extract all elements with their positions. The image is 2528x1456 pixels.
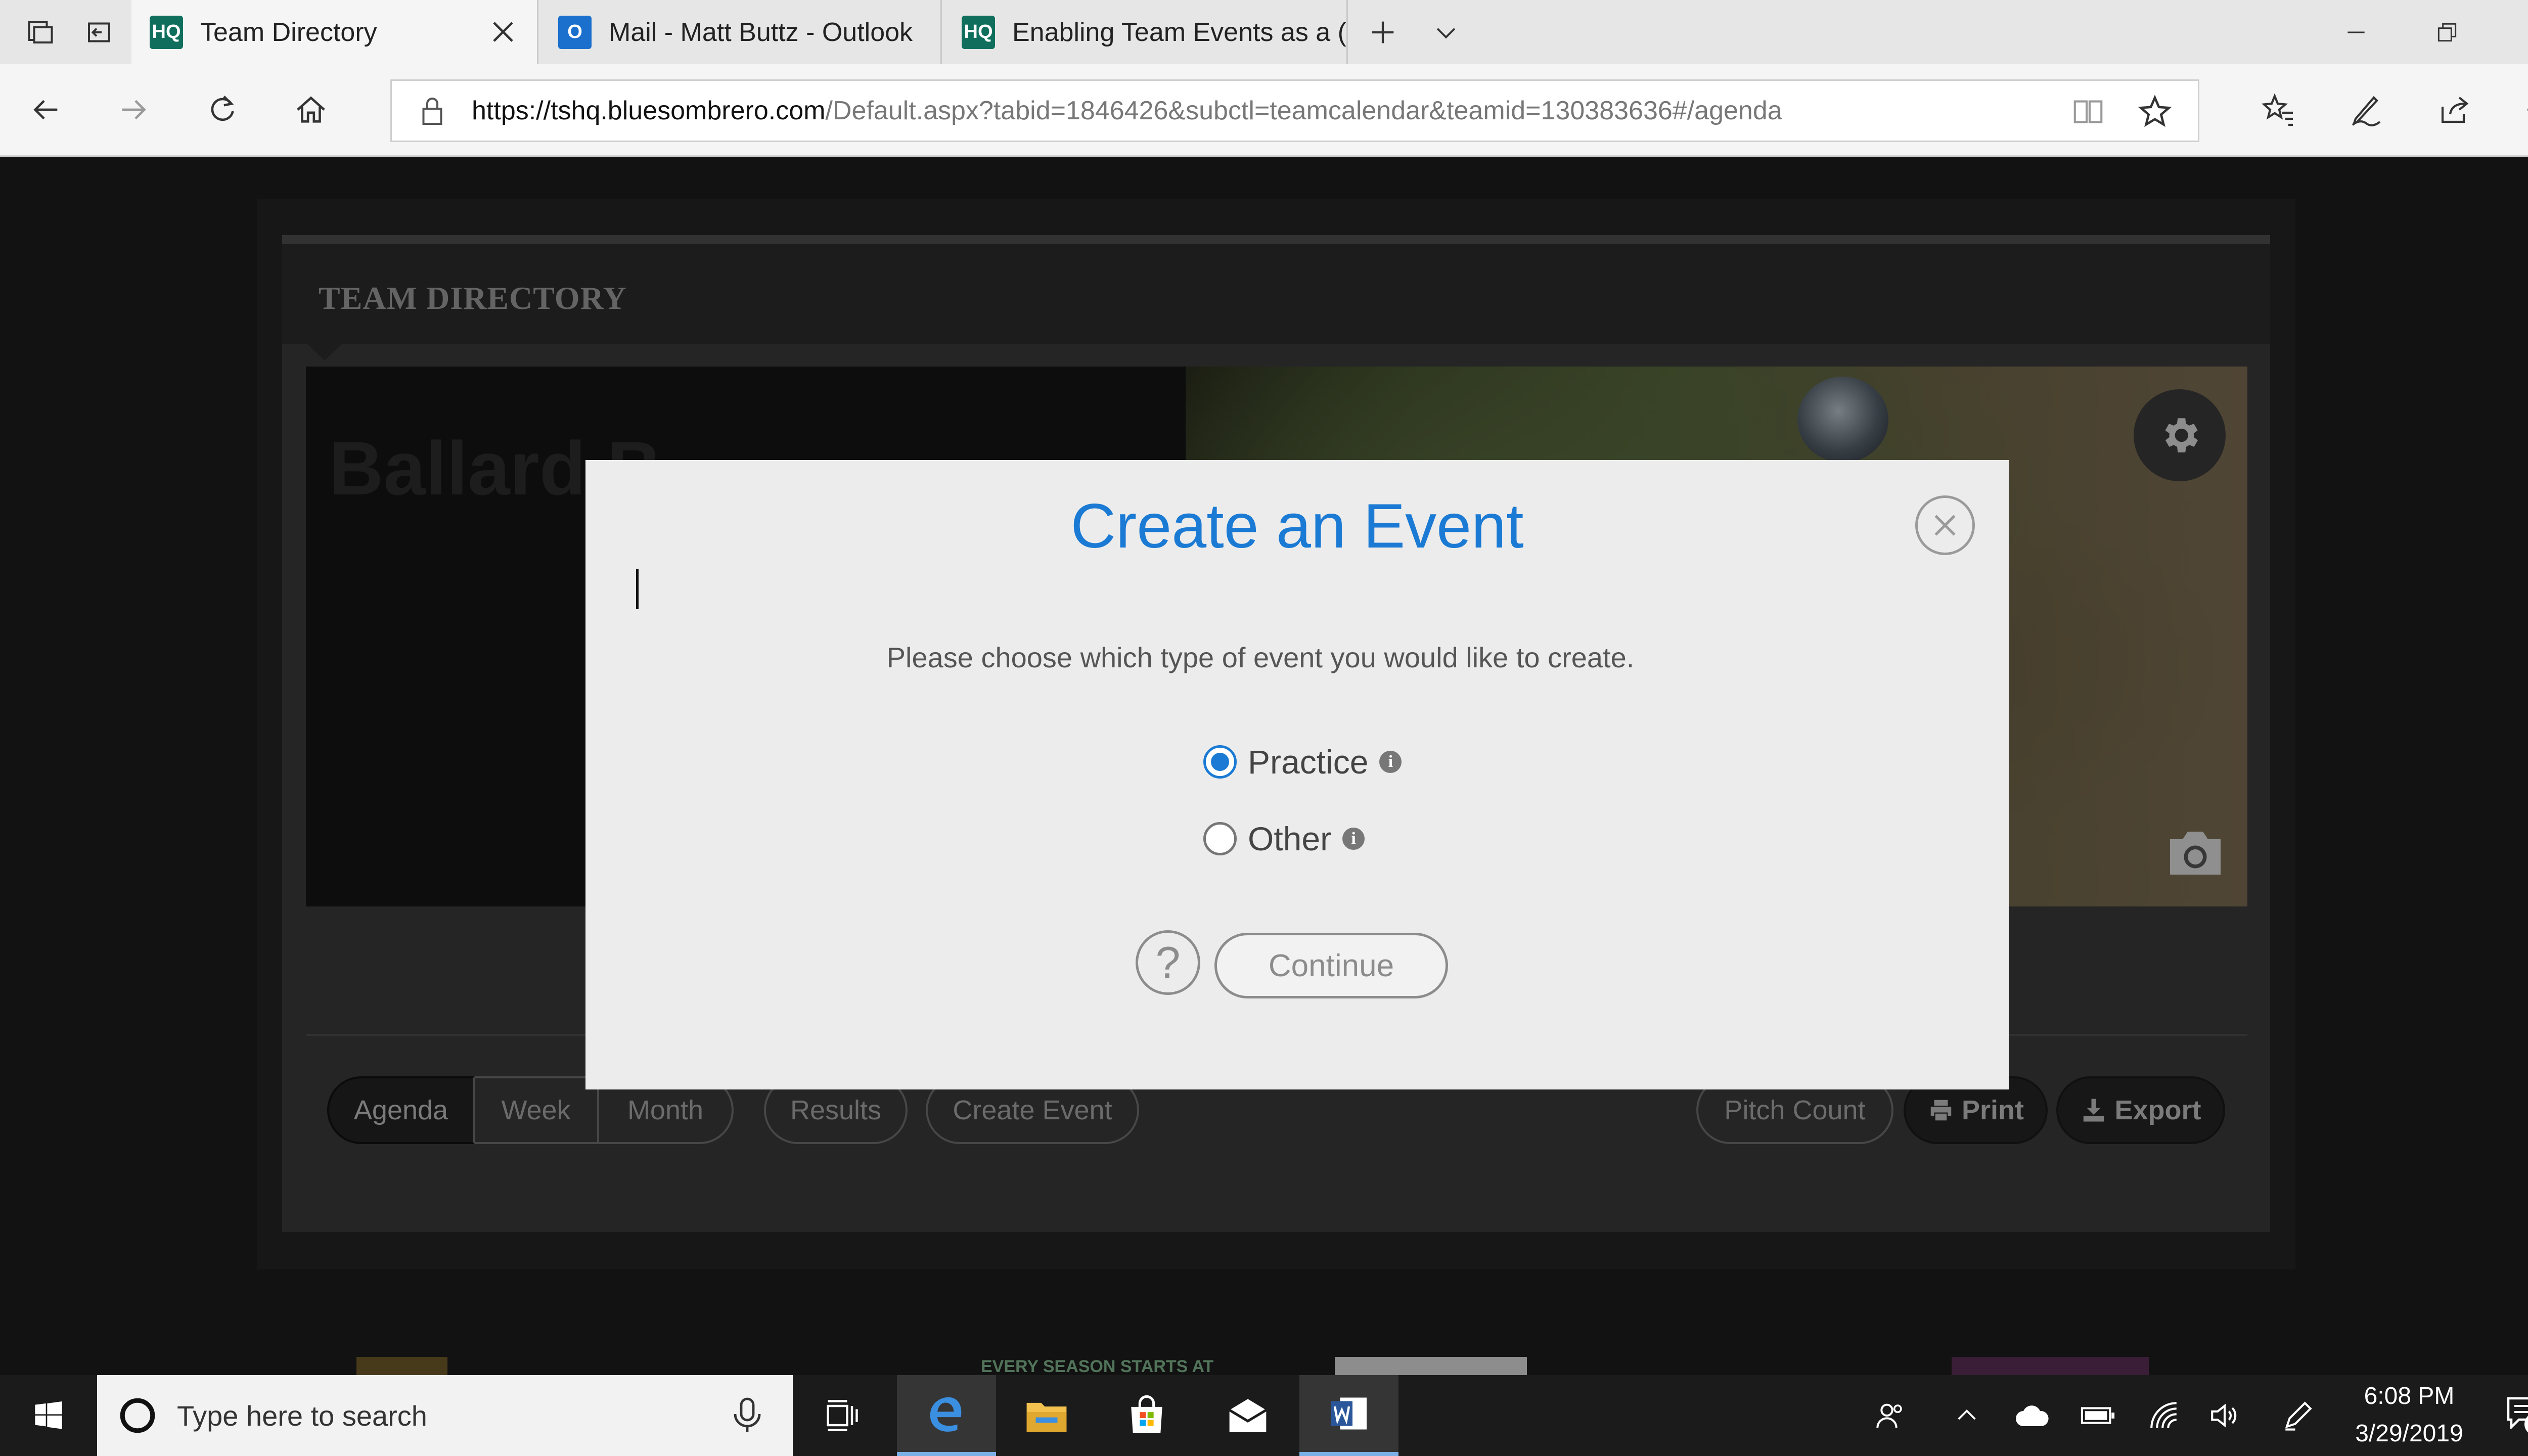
- create-event-dialog: Create an Event Please choose which type…: [585, 460, 2009, 1089]
- other-radio[interactable]: [1203, 822, 1237, 855]
- outlook-favicon-icon: O: [558, 15, 592, 49]
- windows-start-icon[interactable]: [0, 1375, 97, 1456]
- new-tab-icon[interactable]: [1355, 0, 1411, 64]
- close-tab-icon[interactable]: [487, 16, 519, 48]
- search-placeholder: Type here to search: [177, 1399, 427, 1432]
- cortana-circle-icon: [116, 1394, 159, 1439]
- battery-icon[interactable]: [2073, 1375, 2124, 1456]
- tab-outlook-mail[interactable]: O Mail - Matt Buttz - Outlook: [540, 0, 942, 64]
- favorites-hub-icon[interactable]: [2252, 84, 2303, 135]
- text-cursor: [636, 569, 639, 609]
- system-clock[interactable]: 6:08 PM 3/29/2019: [2326, 1378, 2493, 1453]
- tab-actions-icon[interactable]: [15, 0, 66, 64]
- url-path: /Default.aspx?tabid=1846426&subctl=teamc…: [825, 96, 1782, 125]
- option-other[interactable]: Other i: [1203, 816, 1365, 861]
- volume-icon[interactable]: [2199, 1375, 2250, 1456]
- action-center-icon[interactable]: 2: [2495, 1375, 2528, 1456]
- people-icon[interactable]: [1866, 1375, 1916, 1456]
- back-arrow-icon[interactable]: [20, 84, 71, 135]
- continue-button[interactable]: Continue: [1214, 933, 1448, 998]
- web-note-pen-icon[interactable]: [2341, 84, 2391, 135]
- url-text: https://tshq.bluesombrero.com/Default.as…: [472, 96, 1782, 126]
- tab-enabling-team-events[interactable]: HQ Enabling Team Events as a (: [943, 0, 1348, 64]
- microphone-icon[interactable]: [729, 1395, 765, 1438]
- file-explorer-icon[interactable]: [997, 1375, 1096, 1456]
- share-icon[interactable]: [2429, 84, 2480, 135]
- option-label: Other: [1248, 820, 1332, 857]
- url-domain: https://tshq.bluesombrero.com: [472, 96, 826, 125]
- hq-favicon-icon: HQ: [150, 15, 183, 49]
- clock-time: 6:08 PM: [2364, 1383, 2455, 1409]
- home-icon[interactable]: [286, 84, 336, 135]
- wifi-icon[interactable]: [2139, 1375, 2189, 1456]
- favorite-star-icon[interactable]: [2136, 93, 2174, 133]
- hq-favicon-icon: HQ: [962, 15, 995, 49]
- forward-arrow-icon[interactable]: [109, 84, 159, 135]
- microsoft-store-icon[interactable]: [1097, 1375, 1196, 1456]
- restore-icon[interactable]: [2404, 0, 2490, 64]
- task-view-icon[interactable]: [793, 1375, 892, 1456]
- tab-preview-chevron-down-icon[interactable]: [1421, 0, 1471, 64]
- tab-title: Enabling Team Events as a (: [1012, 17, 1346, 47]
- lock-icon: [417, 94, 447, 131]
- tab-title: Mail - Matt Buttz - Outlook: [609, 17, 913, 47]
- info-icon[interactable]: i: [1342, 828, 1365, 850]
- practice-radio[interactable]: [1203, 745, 1237, 779]
- tab-team-directory[interactable]: HQ Team Directory: [131, 0, 538, 64]
- refresh-icon[interactable]: [197, 84, 248, 135]
- mail-icon[interactable]: [1198, 1375, 1297, 1456]
- info-icon[interactable]: i: [1379, 751, 1402, 773]
- clock-date: 3/29/2019: [2355, 1420, 2463, 1447]
- show-hidden-icons-chevron-up-icon[interactable]: [1942, 1375, 1992, 1456]
- minimize-icon[interactable]: [2313, 0, 2399, 64]
- taskbar-search-box[interactable]: Type here to search: [97, 1375, 793, 1456]
- close-dialog-icon[interactable]: [1915, 495, 1975, 555]
- browser-navigation-bar: https://tshq.bluesombrero.com/Default.as…: [0, 64, 2528, 157]
- more-options-icon[interactable]: [2518, 84, 2528, 135]
- dialog-prompt: Please choose which type of event you wo…: [886, 642, 1635, 673]
- option-label: Practice: [1248, 743, 1369, 781]
- pen-workspace-icon[interactable]: [2273, 1375, 2323, 1456]
- close-window-icon[interactable]: [2498, 0, 2528, 64]
- option-practice[interactable]: Practice i: [1203, 739, 1402, 785]
- reading-view-icon[interactable]: [2070, 94, 2106, 132]
- word-icon[interactable]: [1299, 1375, 1398, 1456]
- tab-title: Team Directory: [200, 17, 377, 47]
- browser-tab-bar: HQ Team Directory O Mail - Matt Buttz - …: [0, 0, 2528, 64]
- dialog-title: Create an Event: [1070, 491, 1524, 561]
- edge-browser-icon[interactable]: [897, 1375, 996, 1456]
- address-bar[interactable]: https://tshq.bluesombrero.com/Default.as…: [390, 79, 2199, 142]
- help-question-icon[interactable]: ?: [1136, 930, 1200, 995]
- set-tabs-aside-icon[interactable]: [74, 0, 124, 64]
- onedrive-cloud-icon[interactable]: [2007, 1375, 2058, 1456]
